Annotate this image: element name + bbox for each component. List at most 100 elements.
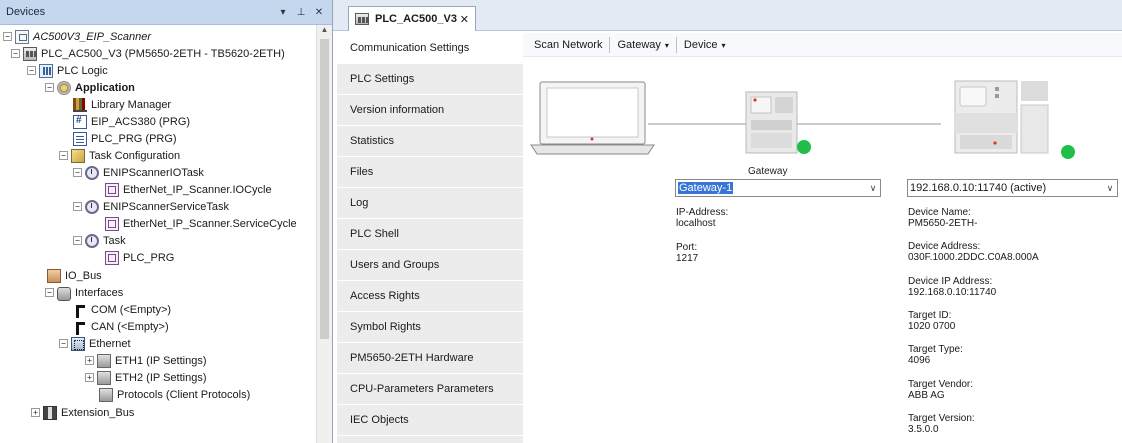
chevron-down-icon: ∨ [1106, 182, 1114, 193]
tree-node-library-manager[interactable]: Library Manager [73, 96, 171, 113]
target-id-value: 1020 0700 [908, 321, 956, 332]
collapse-icon[interactable]: − [73, 202, 82, 211]
side-tab-symbol-rights[interactable]: Symbol Rights [337, 312, 523, 343]
gateway-port-label: Port: [676, 242, 698, 253]
collapse-icon[interactable]: − [3, 32, 12, 41]
gateway-menu-button[interactable]: Gateway ▾ [612, 39, 673, 51]
can-port-icon [73, 320, 87, 335]
device-menu-button[interactable]: Device ▾ [679, 39, 731, 51]
tree-node-plc[interactable]: − PLC_AC500_V3 (PM5650-2ETH - TB5620-2ET… [11, 45, 285, 62]
tab-plc-ac500-v3[interactable]: PLC_AC500_V3 ✕ [348, 6, 476, 31]
tree-node-enip-service-task[interactable]: − ENIPScannerServiceTask [73, 198, 229, 215]
communication-settings-panel: Scan Network Gateway ▾ Device ▾ Gateway … [523, 33, 1122, 443]
ethernet-icon [71, 336, 85, 351]
tree-node-com[interactable]: COM (<Empty>) [73, 301, 171, 318]
gateway-select[interactable]: Gateway-1 ∨ [675, 179, 881, 197]
io-bus-icon [47, 268, 61, 283]
collapse-icon[interactable]: − [59, 151, 68, 160]
scrollbar-thumb[interactable] [320, 39, 329, 339]
tree-node-plc-prg[interactable]: PLC_PRG (PRG) [73, 130, 177, 147]
tree-node-plc-logic[interactable]: − PLC Logic [27, 62, 108, 79]
tree-node-enip-io-task[interactable]: − ENIPScannerIOTask [73, 164, 204, 181]
panel-dropdown-icon[interactable]: ▾ [276, 7, 290, 18]
tree-node-eth1[interactable]: + ETH1 (IP Settings) [85, 352, 207, 369]
tree-node-label: Task [103, 234, 126, 247]
tree-node-label: Task Configuration [89, 149, 181, 162]
tree-node-io-bus[interactable]: IO_Bus [47, 267, 102, 284]
library-icon [73, 97, 87, 112]
target-id-label: Target ID: [908, 310, 952, 321]
side-tab-iec-objects[interactable]: IEC Objects [337, 405, 523, 436]
scroll-up-icon[interactable]: ▲ [317, 25, 332, 37]
side-tab-users-and-groups[interactable]: Users and Groups [337, 250, 523, 281]
expand-icon[interactable]: + [31, 408, 40, 417]
collapse-icon[interactable]: − [73, 236, 82, 245]
tree-node-label: ENIPScannerIOTask [103, 166, 204, 179]
devices-panel: Devices ▾ ⊥ ✕ − AC500V3_EIP_Scanner − PL… [0, 0, 333, 443]
side-tab-communication-settings[interactable]: Communication Settings [337, 33, 523, 64]
tree-node-ethernet[interactable]: − Ethernet [59, 335, 131, 352]
device-tree: − AC500V3_EIP_Scanner − PLC_AC500_V3 (PM… [0, 25, 315, 443]
side-tab-log[interactable]: Log [337, 188, 523, 219]
tree-node-label: Interfaces [75, 286, 124, 299]
device-select[interactable]: 192.168.0.10:11740 (active) ∨ [907, 179, 1118, 197]
side-tab-plc-settings[interactable]: PLC Settings [337, 64, 523, 95]
device-select-value: 192.168.0.10:11740 (active) [910, 182, 1047, 194]
side-tab-access-rights[interactable]: Access Rights [337, 281, 523, 312]
tree-node-extension-bus[interactable]: + Extension_Bus [31, 404, 134, 421]
tree-node-label: PLC_PRG [123, 251, 175, 264]
editor-area: PLC_AC500_V3 ✕ Communication Settings PL… [333, 0, 1122, 443]
tree-node-servicecycle[interactable]: EtherNet_IP_Scanner.ServiceCycle [105, 215, 297, 232]
tree-node-application[interactable]: − Application [45, 79, 135, 96]
tree-node-label: EIP_ACS380 (PRG) [91, 115, 191, 128]
interfaces-icon [57, 287, 71, 301]
devices-panel-title: Devices [6, 6, 46, 18]
device-name-value: PM5650-2ETH- [908, 218, 978, 229]
toolbar-separator [675, 36, 677, 53]
extension-bus-icon [43, 405, 57, 420]
pin-icon[interactable]: ⊥ [294, 7, 308, 18]
collapse-icon[interactable]: − [27, 66, 36, 75]
chevron-down-icon: ∨ [869, 182, 877, 193]
tree-node-project[interactable]: − AC500V3_EIP_Scanner [3, 28, 151, 45]
side-tab-hardware[interactable]: PM5650-2ETH Hardware [337, 343, 523, 374]
close-tab-icon[interactable]: ✕ [460, 13, 469, 26]
tree-node-can[interactable]: CAN (<Empty>) [73, 318, 169, 335]
tree-node-task[interactable]: − Task [73, 232, 126, 249]
protocols-icon [99, 387, 113, 402]
side-tab-version-information[interactable]: Version information [337, 95, 523, 126]
collapse-icon[interactable]: − [11, 49, 20, 58]
tree-node-plc-prg-call[interactable]: PLC_PRG [105, 249, 174, 266]
document-tab-strip: PLC_AC500_V3 ✕ [333, 0, 1122, 31]
close-icon[interactable]: ✕ [312, 7, 326, 18]
side-tab-statistics[interactable]: Statistics [337, 126, 523, 157]
side-tab-plc-shell[interactable]: PLC Shell [337, 219, 523, 250]
expand-icon[interactable]: + [85, 373, 94, 382]
eth-port-icon [97, 353, 111, 368]
tree-node-label: Extension_Bus [61, 406, 135, 419]
collapse-icon[interactable]: − [45, 288, 54, 297]
plc-icon [355, 13, 369, 25]
expand-icon[interactable]: + [85, 356, 94, 365]
tree-node-interfaces[interactable]: − Interfaces [45, 284, 123, 301]
tree-node-eth2[interactable]: + ETH2 (IP Settings) [85, 369, 207, 386]
tab-label: PLC_AC500_V3 [375, 13, 457, 25]
side-tab-files[interactable]: Files [337, 157, 523, 188]
project-icon [15, 29, 29, 44]
scan-network-button[interactable]: Scan Network [529, 39, 607, 51]
tree-node-label: PLC_AC500_V3 (PM5650-2ETH - TB5620-2ETH) [41, 47, 285, 60]
network-diagram [530, 80, 1075, 159]
tree-scrollbar[interactable]: ▲ [316, 25, 332, 443]
collapse-icon[interactable]: − [59, 339, 68, 348]
tree-node-iocycle[interactable]: EtherNet_IP_Scanner.IOCycle [105, 181, 272, 198]
side-tab-cpu-parameters[interactable]: CPU-Parameters Parameters [337, 374, 523, 405]
collapse-icon[interactable]: − [45, 83, 54, 92]
tree-node-protocols[interactable]: Protocols (Client Protocols) [99, 386, 250, 403]
target-version-label: Target Version: [908, 413, 975, 424]
gateway-device-icon [745, 91, 798, 154]
tree-node-eip-acs380[interactable]: EIP_ACS380 (PRG) [73, 113, 190, 130]
com-port-icon [73, 303, 87, 318]
collapse-icon[interactable]: − [73, 168, 82, 177]
tree-node-task-configuration[interactable]: − Task Configuration [59, 147, 180, 164]
gateway-ip-label: IP-Address: [676, 207, 729, 218]
